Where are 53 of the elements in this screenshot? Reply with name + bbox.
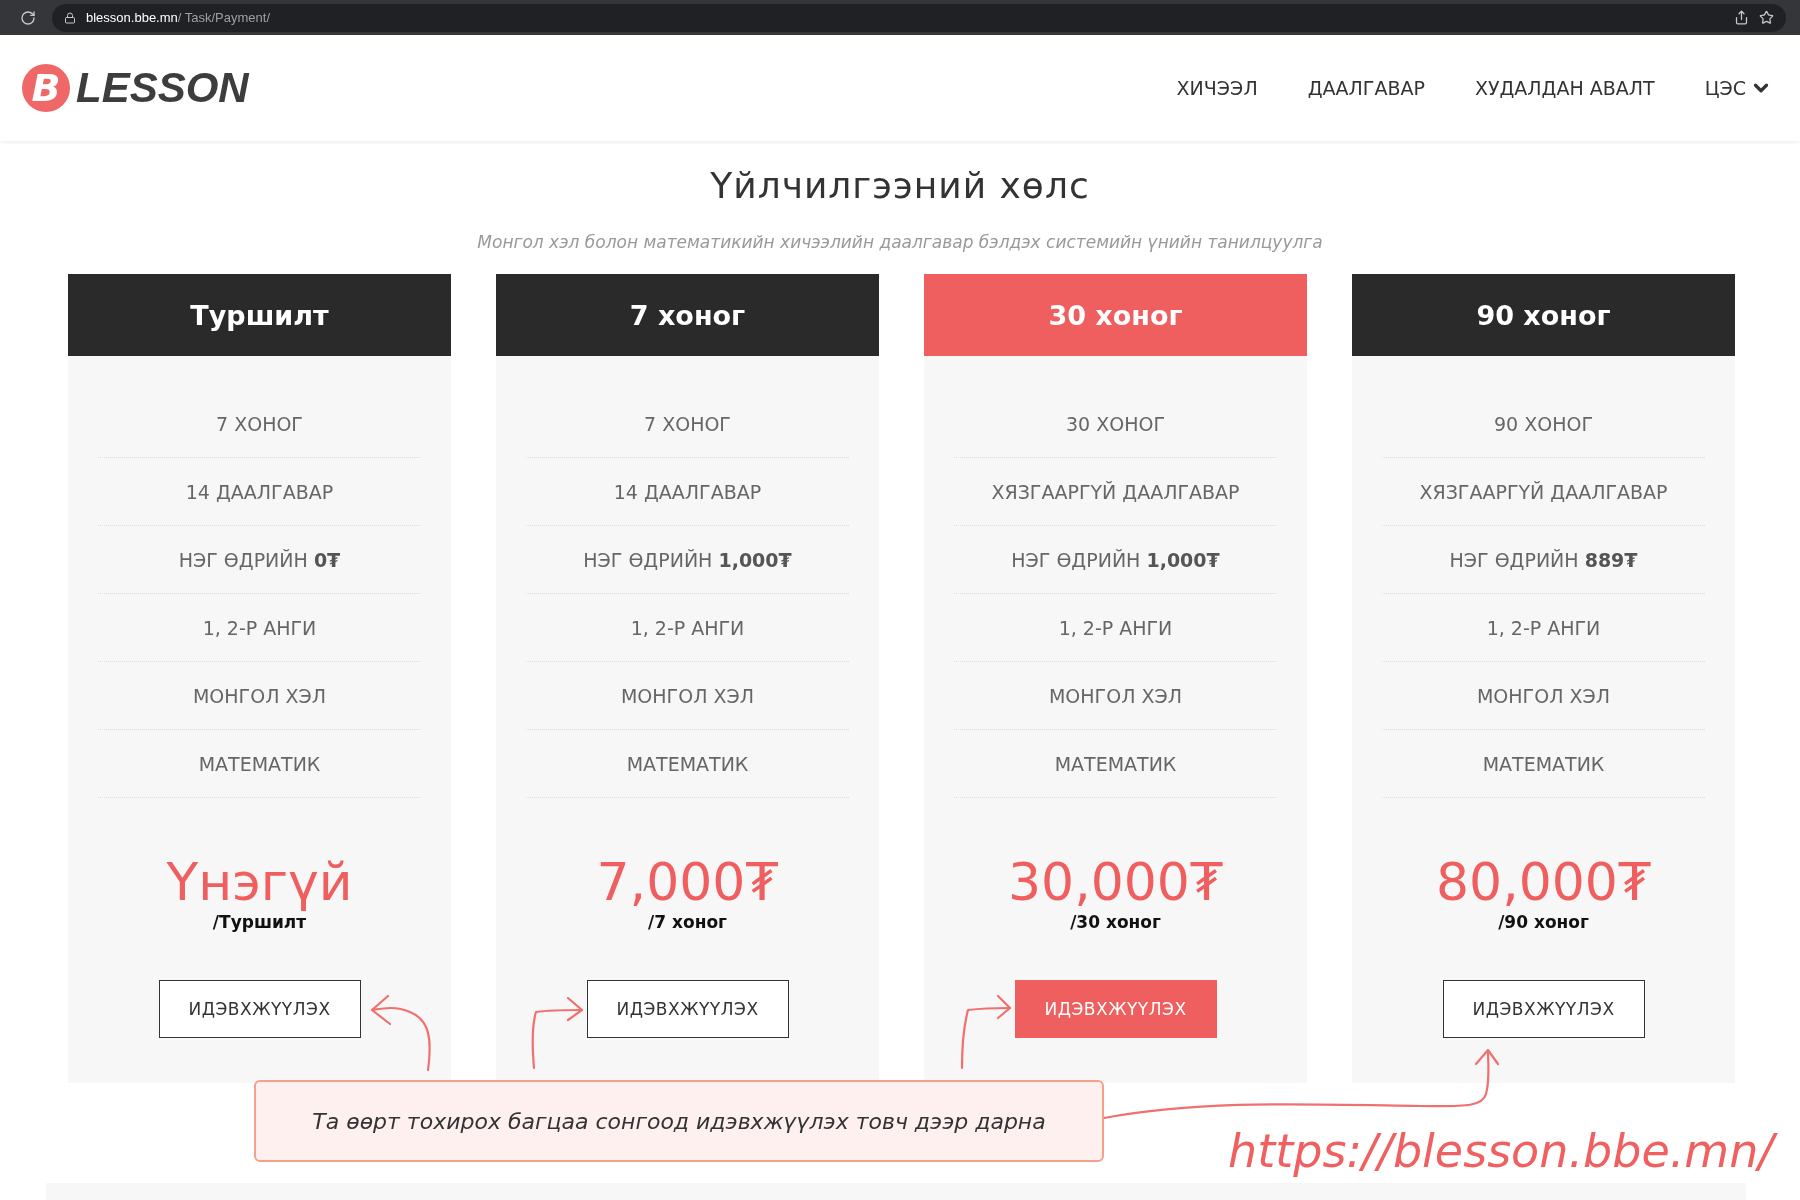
feature-text: МОНГОЛ ХЭЛ <box>1382 662 1705 730</box>
plan-header: 7 хоног <box>496 274 879 356</box>
callout-text: Та өөрт тохирох багцаа сонгоод идэвхжүүлэх товч дээр дарна <box>312 1108 1046 1134</box>
feature-text: НЭГ ӨДРИЙН 889₮ <box>1382 526 1705 594</box>
lock-icon <box>64 11 76 24</box>
feature-text: 1, 2-Р АНГИ <box>1382 594 1705 662</box>
logo-text[interactable]: LESSON <box>76 64 249 112</box>
reload-icon[interactable] <box>20 9 36 26</box>
page-subtitle: Монгол хэл болон математикийн хичээлийн даалгавар бэлдэх системийн үнийн танилцуулга <box>476 232 1324 252</box>
feature-text: МОНГОЛ ХЭЛ <box>526 662 849 730</box>
feature-text: НЭГ ӨДРИЙН 1,000₮ <box>526 526 849 594</box>
feature-text: ХЯЗГААРГҮЙ ДААЛГАВАР <box>954 458 1277 526</box>
feature-text: МАТЕМАТИК <box>1382 730 1705 798</box>
plan-period: /7 хоног <box>647 912 728 932</box>
page-title: Үйлчилгээний хөлс <box>709 165 1091 206</box>
plan-period: /30 хоног <box>1069 912 1162 932</box>
feature-text: 7 ХОНОГ <box>526 390 849 458</box>
plan-header: 90 хоног <box>1352 274 1735 356</box>
plan-price: Үнэгүй <box>165 852 354 912</box>
star-icon[interactable] <box>1759 10 1774 25</box>
plan-header: 30 хоног <box>924 274 1307 356</box>
feature-text: МАТЕМАТИК <box>526 730 849 798</box>
share-icon[interactable] <box>1734 10 1749 25</box>
nav-link[interactable]: ХУДАЛДАН АВАЛТ <box>1474 77 1655 99</box>
plan-price: 80,000₮ <box>1434 852 1652 912</box>
feature-text: 7 ХОНОГ <box>98 390 421 458</box>
plan-period: /Туршилт <box>211 912 308 932</box>
feature-text: МАТЕМАТИК <box>98 730 421 798</box>
feature-text: МАТЕМАТИК <box>954 730 1277 798</box>
feature-text: 30 ХОНОГ <box>954 390 1277 458</box>
url-text: blesson.bbe.mn/ Task/Payment/ <box>86 10 271 25</box>
plan-price: 30,000₮ <box>1006 852 1224 912</box>
feature-text: 14 ДААЛГАВАР <box>526 458 849 526</box>
feature-text: 14 ДААЛГАВАР <box>98 458 421 526</box>
feature-text: НЭГ ӨДРИЙН 1,000₮ <box>954 526 1277 594</box>
nav-link[interactable]: ХИЧЭЭЛ <box>1176 77 1258 99</box>
feature-text: 1, 2-Р АНГИ <box>98 594 421 662</box>
plan-period: /90 хоног <box>1497 912 1590 932</box>
nav-link[interactable]: ЦЭС <box>1704 77 1772 99</box>
activate-button[interactable]: ИДЭВХЖҮҮЛЭХ <box>158 980 361 1038</box>
feature-text: 1, 2-Р АНГИ <box>954 594 1277 662</box>
nav-link[interactable]: ДААЛГАВАР <box>1307 77 1425 99</box>
feature-text: 90 ХОНОГ <box>1382 390 1705 458</box>
feature-text: МОНГОЛ ХЭЛ <box>98 662 421 730</box>
activate-button[interactable]: ИДЭВХЖҮҮЛЭХ <box>586 980 789 1038</box>
feature-text: ХЯЗГААРГҮЙ ДААЛГАВАР <box>1382 458 1705 526</box>
feature-text: МОНГОЛ ХЭЛ <box>954 662 1277 730</box>
plan-price: 7,000₮ <box>595 852 780 912</box>
feature-text: 1, 2-Р АНГИ <box>526 594 849 662</box>
plan-header: Туршилт <box>68 274 451 356</box>
feature-text: НЭГ ӨДРИЙН 0₮ <box>98 526 421 594</box>
activate-button[interactable]: ИДЭВХЖҮҮЛЭХ <box>1442 980 1645 1038</box>
address-bar[interactable]: blesson.bbe.mn/ Task/Payment/ <box>52 3 1786 32</box>
